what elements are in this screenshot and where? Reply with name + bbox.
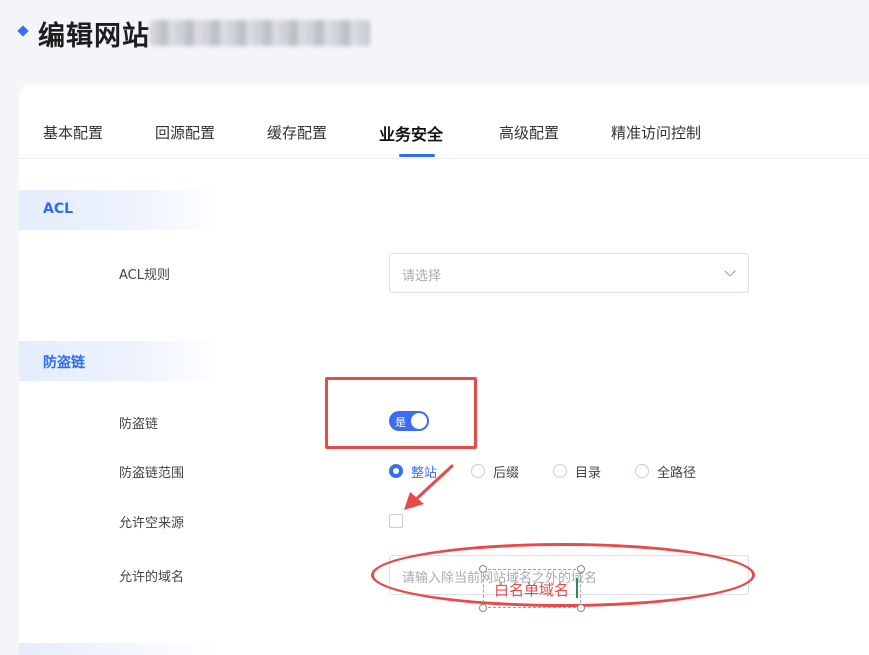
annotation-highlight-box	[325, 377, 477, 449]
title-diamond-icon	[17, 25, 29, 37]
hotlink-section-title: 防盗链	[43, 355, 85, 371]
scope-option-label: 后缀	[493, 466, 520, 481]
active-tab-indicator	[399, 154, 435, 157]
annotation-text: 白名单域名	[494, 581, 570, 599]
text-caret	[576, 578, 578, 598]
acl-section-title: ACL	[43, 201, 74, 217]
resize-handle[interactable]	[479, 604, 487, 612]
next-section-header	[19, 643, 219, 655]
tab-basic-config[interactable]: 基本配置	[43, 122, 103, 143]
acl-rule-select[interactable]: 请选择	[389, 253, 749, 293]
resize-handle[interactable]	[577, 604, 585, 612]
radio-unchecked-icon	[553, 464, 567, 478]
allowed-domains-label: 允许的域名	[119, 570, 185, 585]
acl-rule-label: ACL规则	[119, 268, 170, 283]
scope-option-label: 全路径	[657, 466, 697, 481]
chevron-down-icon	[724, 265, 736, 277]
hotlink-toggle-label: 防盗链	[119, 417, 159, 432]
tab-access-control[interactable]: 精准访问控制	[611, 122, 701, 143]
resize-handle[interactable]	[479, 565, 487, 573]
tab-origin-config[interactable]: 回源配置	[155, 122, 215, 143]
acl-rule-placeholder: 请选择	[402, 269, 442, 284]
tab-bar: 基本配置 回源配置 缓存配置 业务安全 高级配置 精准访问控制	[19, 84, 869, 159]
radio-unchecked-icon	[635, 464, 649, 478]
hotlink-section-header: 防盗链	[19, 341, 219, 381]
acl-section-header: ACL	[19, 190, 219, 230]
annotation-textbox[interactable]: 白名单域名	[479, 565, 585, 612]
redacted-domain	[150, 20, 370, 46]
annotation-arrow-icon	[404, 464, 454, 510]
page-header: 编辑网站	[0, 0, 869, 84]
resize-handle[interactable]	[577, 565, 585, 573]
tab-business-security[interactable]: 业务安全	[379, 121, 443, 145]
allow-empty-referer-label: 允许空来源	[119, 516, 185, 531]
tab-advanced-config[interactable]: 高级配置	[499, 122, 559, 143]
page-title: 编辑网站	[38, 21, 150, 52]
radio-unchecked-icon	[471, 464, 485, 478]
tab-cache-config[interactable]: 缓存配置	[267, 122, 327, 143]
hotlink-scope-label: 防盗链范围	[119, 466, 185, 481]
scope-option-label: 目录	[575, 466, 602, 481]
